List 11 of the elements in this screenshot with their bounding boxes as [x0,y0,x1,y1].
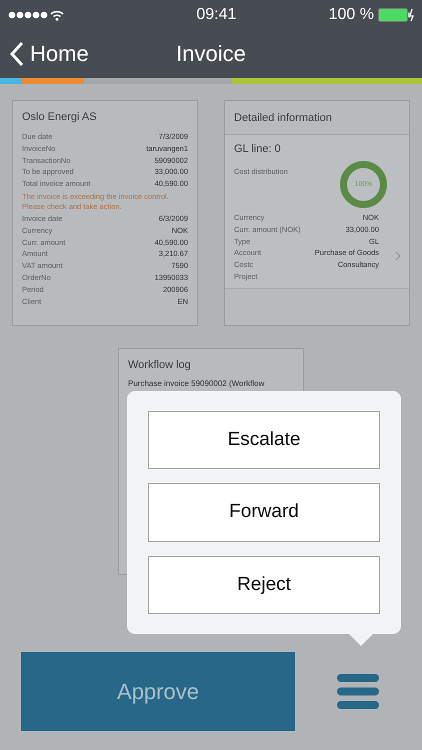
battery-percent: 100 % [328,6,374,24]
page-title: Invoice [176,41,246,66]
menu-action-button[interactable]: Forward [148,483,380,542]
back-button[interactable]: Home [10,41,89,67]
menu-action-button[interactable]: Escalate [148,411,380,470]
workflow-entry: Purchase invoice 59090002 (Workflow [127,379,266,388]
card-title: Oslo Energi AS [21,110,98,125]
gl-line-title: GL line: 0 [233,143,282,155]
status-time: 09:41 [196,6,236,24]
card-title: Workflow log [127,358,192,373]
menu-action-button[interactable]: Reject [148,556,380,614]
